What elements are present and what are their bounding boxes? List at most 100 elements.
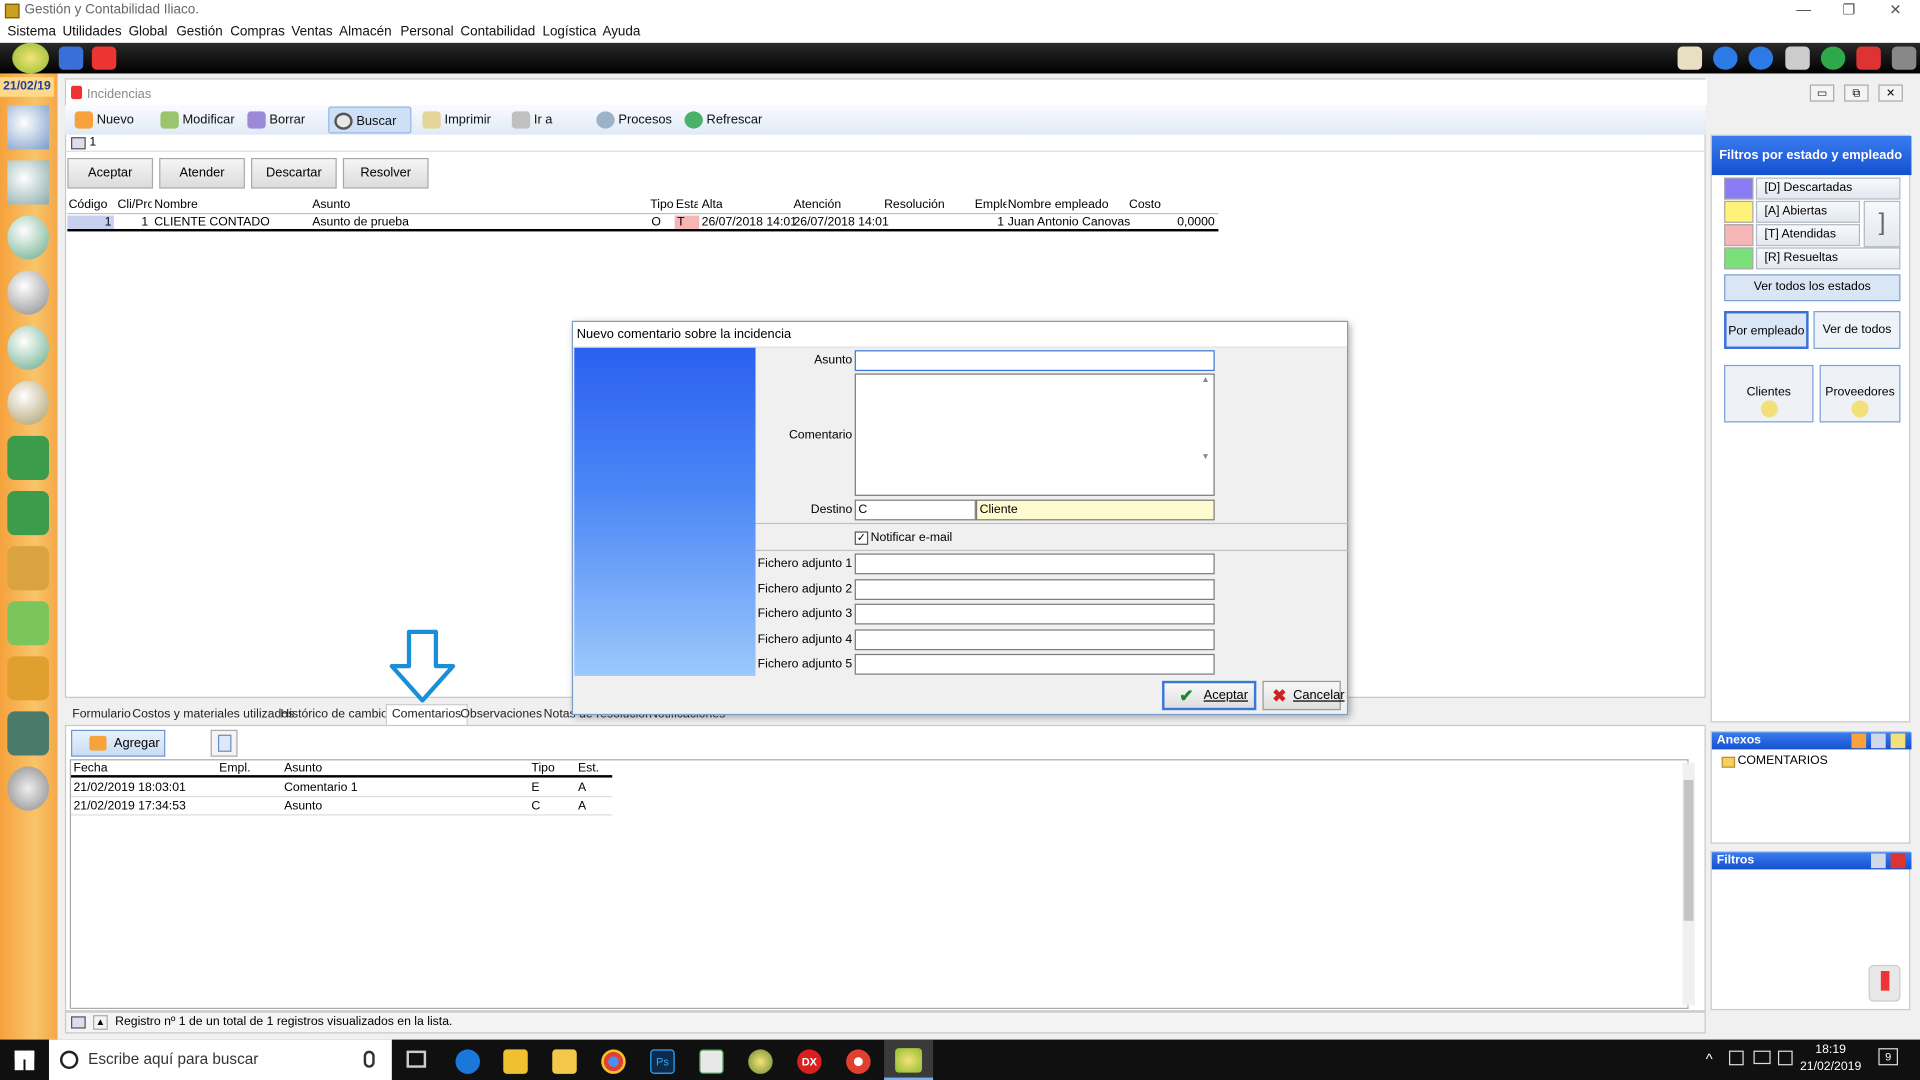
dialog-aceptar-button[interactable]: ✔ Aceptar [1162,680,1257,711]
f-icon[interactable] [7,491,49,536]
clock-time[interactable]: 18:19 [1805,1043,1856,1056]
menu-gestion[interactable]: Gestión [176,24,222,39]
filter-atendidas[interactable]: [T] Atendidas [1755,224,1861,247]
list-item[interactable]: 21/02/2019 18:03:01 Comentario 1 E A [71,780,613,798]
col-costo[interactable]: Costo [1129,198,1161,211]
fc-icon[interactable] [7,546,49,591]
proveedores-button[interactable]: Proveedores [1819,364,1901,423]
home-orb-icon[interactable] [12,42,49,74]
mail-icon[interactable] [1677,46,1703,70]
list-item[interactable]: 21/02/2019 17:34:53 Asunto C A [71,798,613,816]
adjunto5-input[interactable] [854,653,1215,675]
inner-close-button[interactable]: ✕ [1878,84,1903,102]
col-asunto-comentario[interactable]: Asunto [284,762,322,775]
menu-personal[interactable]: Personal [400,24,453,39]
app-orb-icon[interactable] [748,1049,773,1074]
col-empleado[interactable]: Empleado [975,198,1007,211]
back-arrow-icon[interactable] [1713,46,1738,70]
menu-ayuda[interactable]: Ayuda [602,24,640,39]
tab-comentarios[interactable]: Comentarios [385,704,468,725]
remove-anexo-icon[interactable] [1871,733,1886,749]
borrar-button[interactable]: Borrar [242,107,315,134]
tab-formulario[interactable]: Formulario [72,708,131,721]
dropbox-icon[interactable] [1728,1050,1744,1066]
agregar-button[interactable]: Agregar [71,729,166,757]
menu-global[interactable]: Global [129,24,168,39]
col-fecha[interactable]: Fecha [73,762,107,775]
table-row[interactable]: 1 1 CLIENTE CONTADO Asunto de prueba O T… [67,214,1219,232]
col-est[interactable]: Est. [578,762,599,775]
person-icon[interactable] [7,215,49,260]
adjunto2-input[interactable] [854,579,1215,601]
spreadsheet-icon[interactable] [699,1049,724,1074]
package-icon[interactable] [7,656,49,701]
refrescar-button[interactable]: Refrescar [680,107,766,134]
clientes-button[interactable]: Clientes [1724,364,1814,423]
menu-contabilidad[interactable]: Contabilidad [460,24,535,39]
open-folder-icon[interactable] [1890,733,1906,749]
adjunto4-input[interactable] [854,629,1215,651]
notifications-icon[interactable]: 9 [1878,1048,1898,1066]
ver-de-todos-button[interactable]: Ver de todos [1813,311,1901,349]
col-tipo-comentario[interactable]: Tipo [531,762,554,775]
box-icon[interactable] [7,601,49,646]
col-codigo[interactable]: Código [69,198,108,211]
ver-todos-estados-button[interactable]: Ver todos los estados [1724,274,1901,302]
nuevo-button[interactable]: Nuevo [70,107,146,134]
col-nombre[interactable]: Nombre [154,198,198,211]
group-bracket[interactable]: ] [1863,200,1901,248]
close-button[interactable]: ✕ [1873,0,1917,22]
col-tipo[interactable]: Tipo [650,198,673,211]
menu-utilidades[interactable]: Utilidades [62,24,121,39]
provider-icon[interactable] [7,270,49,315]
agent-icon[interactable] [7,380,49,425]
inner-restore-button[interactable]: ⧉ [1844,84,1869,102]
col-estado[interactable]: Estado [676,198,698,211]
tab-observaciones[interactable]: Observaciones [460,708,542,721]
dialog-cancelar-button[interactable]: ✖ Cancelar [1262,680,1345,711]
imprimir-button[interactable]: Imprimir [418,107,504,134]
disc-icon[interactable] [7,766,49,811]
document-button[interactable] [210,729,238,757]
procesos-button[interactable]: Procesos [591,107,677,134]
edge-icon[interactable] [455,1049,481,1074]
ledger-icon[interactable] [7,711,49,756]
col-asunto[interactable]: Asunto [312,198,350,211]
volume-icon[interactable] [1777,1050,1793,1066]
aceptar-incidencia-button[interactable]: Aceptar [67,157,154,189]
app-yellow-icon[interactable] [503,1049,528,1074]
agenda-icon[interactable] [7,160,49,205]
exit-icon[interactable] [1891,46,1917,70]
col-nombre-empleado[interactable]: Nombre empleado [1008,198,1109,211]
filter-descartadas[interactable]: [D] Descartadas [1755,177,1901,200]
adjunto1-input[interactable] [854,553,1215,575]
collapse-icon[interactable]: ▲ [93,1015,108,1030]
restore-button[interactable]: ❐ [1827,0,1871,22]
close-window-icon[interactable] [1856,46,1881,70]
forward-arrow-icon[interactable] [1748,46,1774,70]
filter-resueltas[interactable]: [R] Resueltas [1755,247,1901,270]
comentario-scrollbar[interactable]: ▲ ▼ [1199,376,1212,494]
windows-list-icon[interactable] [1785,46,1810,70]
active-app-taskbar-item[interactable] [884,1039,934,1080]
dx-icon[interactable]: DX [797,1049,822,1074]
tab-costos[interactable]: Costos y materiales utilizados [132,708,294,721]
filtros-settings-icon[interactable] [1871,853,1886,869]
p-icon[interactable] [7,435,49,481]
menu-compras[interactable]: Compras [230,24,285,39]
scroll-thumb[interactable] [1683,780,1694,921]
inner-minimize-button[interactable]: ▭ [1809,84,1835,102]
col-cliprov[interactable]: Cli/Prov [118,198,152,211]
filtros-close-icon[interactable] [1890,853,1906,869]
por-empleado-button[interactable]: Por empleado [1724,311,1809,349]
comments-scrollbar[interactable] [1682,762,1695,1006]
menu-almacen[interactable]: Almacén [339,24,391,39]
col-alta[interactable]: Alta [702,198,723,211]
atender-button[interactable]: Atender [159,157,245,189]
notificar-checkbox[interactable]: ✓ [854,531,869,545]
menu-ventas[interactable]: Ventas [291,24,332,39]
destino-code-input[interactable]: C [854,499,976,521]
modificar-button[interactable]: Modificar [156,107,239,134]
col-empl[interactable]: Empl. [219,762,250,775]
buscar-button[interactable]: Buscar [328,106,412,134]
